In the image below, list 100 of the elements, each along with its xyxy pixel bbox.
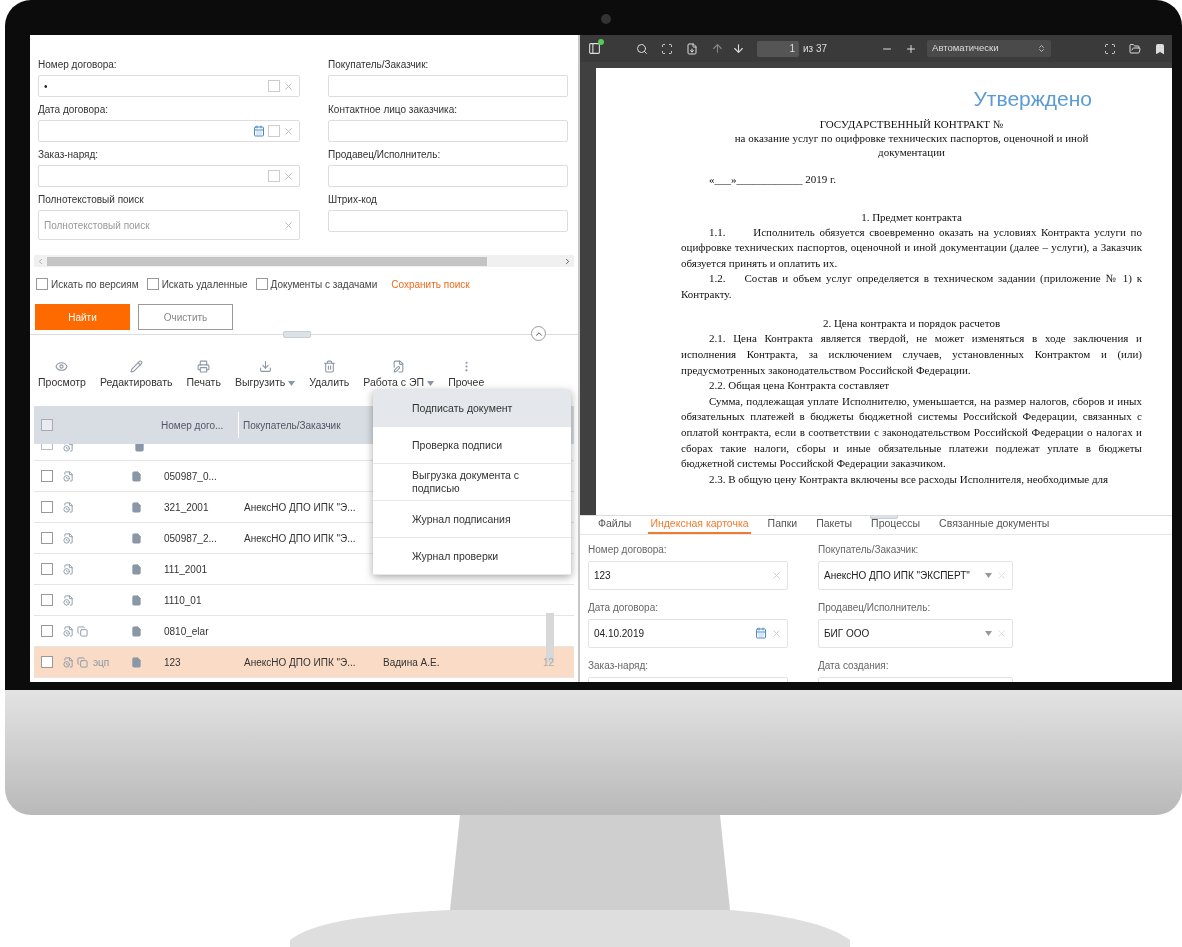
menu-item[interactable]: Журнал проверки	[373, 538, 571, 575]
checkbox[interactable]	[41, 594, 53, 606]
toolbar-button[interactable]: Редактировать	[99, 360, 173, 391]
checkbox[interactable]	[36, 278, 48, 290]
menu-item[interactable]: Проверка подписи	[373, 427, 571, 464]
field-label: Заказ-наряд:	[588, 658, 650, 673]
fullscreen-icon[interactable]	[1104, 42, 1116, 55]
menu-item[interactable]: Журнал подписания	[373, 501, 571, 538]
section-heading: 1. Предмет контракта	[860, 209, 963, 225]
checkbox[interactable]	[146, 278, 159, 290]
dropdown-caret-icon[interactable]	[985, 630, 992, 636]
input-field[interactable]: БИГ ООО	[818, 618, 1013, 648]
checkbox[interactable]	[255, 278, 268, 290]
field-label: Контактное лицо заказчика:	[328, 103, 458, 117]
timer-document-icon	[63, 501, 74, 513]
clear-button[interactable]: Очистить	[138, 304, 233, 330]
input-field[interactable]: 04.10.2019	[588, 618, 788, 648]
toolbar-button[interactable]: Выгрузить	[234, 360, 296, 391]
field-label: Дата договора:	[588, 600, 659, 615]
dropdown-caret-icon[interactable]	[427, 380, 435, 386]
tab[interactable]: Файлы	[596, 516, 634, 534]
sidebar-toggle-icon[interactable]	[588, 42, 601, 55]
input-field[interactable]	[328, 210, 568, 232]
zoom-in-icon[interactable]	[905, 42, 918, 55]
toolbar-button[interactable]: Прочее	[448, 360, 485, 391]
clear-icon[interactable]	[283, 80, 294, 92]
toolbar-button[interactable]: Работа с ЭП	[363, 360, 435, 391]
field-label: Продавец/Исполнитель:	[328, 148, 442, 162]
checkbox[interactable]	[41, 625, 53, 637]
clear-icon[interactable]	[771, 569, 782, 581]
toolbar-button[interactable]: Печать	[186, 360, 221, 391]
paragraph: 1.2. Состав и объем услуг определяется в техническом задании (приложение № 1) к Контракту.	[681, 271, 1142, 302]
next-page-icon[interactable]	[732, 42, 745, 55]
calendar-icon[interactable]	[755, 627, 767, 640]
scroll-left-icon[interactable]	[36, 256, 45, 266]
dropdown-caret-icon[interactable]	[985, 572, 992, 578]
field-label: Штрих-код	[328, 193, 378, 207]
checkbox-label: Искать по версиям	[51, 277, 139, 292]
bookmark-icon[interactable]	[1154, 42, 1166, 55]
document-download-icon[interactable]	[686, 42, 698, 55]
table-row[interactable]: эцп 123 АнексНО ДПО ИПК "Э... Вадина А.Е. 12	[34, 647, 574, 678]
previous-page-icon[interactable]	[711, 42, 724, 55]
input-field[interactable]	[328, 165, 568, 187]
paragraph: Сумма, подлежащая уплате Исполнителю, уменьшается, на размер налогов, сборов и иных обязательных платежей в бюджеты бюджетной системы Российской Федерации, связанных с оплатой контракта, если в соответствии с законодательством Российской Федерации о налогах и сборах такие налоги, сборы и иные обязательные платежи подлежат уплате в бюджеты бюджетной системы Российской Федерации заказчиком.	[681, 393, 1142, 472]
checkbox[interactable]	[41, 470, 53, 482]
collapse-button[interactable]	[531, 326, 546, 341]
timer-document-icon	[63, 470, 74, 482]
zoom-select[interactable]: Автоматически	[927, 40, 1052, 57]
timer-document-icon	[63, 532, 74, 544]
menu-item[interactable]: Выгрузка документа с подписью	[373, 464, 571, 501]
timer-document-icon	[63, 594, 74, 606]
clear-icon[interactable]	[283, 125, 294, 137]
fit-icon[interactable]	[661, 42, 673, 55]
checkbox[interactable]	[41, 532, 53, 544]
clear-icon[interactable]	[283, 170, 294, 182]
checkbox[interactable]	[268, 125, 280, 137]
paragraph: 2.1. Цена Контракта является твердой, не может изменяться в ходе заключения и исполнения Контракта, за исключением случаев, установленных Контрактом и (или) предусмотренных законодательством Российской Федерации.	[681, 331, 1142, 378]
clear-icon[interactable]	[771, 627, 782, 639]
page-number-field[interactable]: 1	[757, 40, 799, 57]
checkbox[interactable]	[41, 563, 53, 575]
field-label: Заказ-наряд:	[38, 148, 100, 162]
input-field[interactable]	[38, 165, 300, 187]
checkbox[interactable]	[268, 80, 280, 92]
checkbox[interactable]	[41, 419, 53, 431]
tab[interactable]: Связанные документы	[937, 516, 1052, 534]
input-field[interactable]	[328, 75, 568, 97]
folder-icon[interactable]	[1129, 42, 1141, 55]
column-header[interactable]: Номер дого...	[161, 417, 234, 433]
input-field[interactable]	[328, 120, 568, 142]
splitter-handle[interactable]	[283, 331, 311, 338]
tab[interactable]: Процессы	[869, 516, 923, 534]
horizontal-scrollbar[interactable]	[34, 255, 574, 267]
calendar-icon[interactable]	[253, 125, 265, 137]
table-cell-text: 12	[543, 655, 555, 670]
eye-icon	[55, 360, 69, 374]
checkbox[interactable]	[41, 656, 53, 668]
input-field[interactable]: 123	[588, 560, 788, 590]
document-title: ГОСУДАРСТВЕННЫЙ КОНТРАКТ №	[818, 117, 1005, 131]
input-field[interactable]: •	[38, 75, 300, 97]
table-cell: АнексНО ДПО ИПК "Э...	[244, 656, 356, 668]
table-cell: 050987_0...	[164, 470, 217, 482]
dropdown-caret-icon[interactable]	[288, 380, 296, 386]
tab[interactable]: Папки	[765, 516, 800, 534]
menu-item[interactable]: Подписать документ	[373, 390, 571, 427]
toolbar-button[interactable]: Просмотр	[38, 360, 86, 391]
search-icon[interactable]	[636, 42, 648, 55]
input-field[interactable]: АнексНО ДПО ИПК "ЭКСПЕРТ"	[818, 560, 1013, 590]
field-label: Продавец/Исполнитель:	[818, 600, 932, 615]
checkbox-label: Документы с задачами	[270, 277, 378, 292]
timer-document-icon	[63, 625, 74, 637]
clear-icon[interactable]	[283, 219, 294, 231]
toolbar-button[interactable]: Удалить	[309, 360, 350, 391]
checkbox[interactable]	[41, 501, 53, 513]
column-header[interactable]: Покупатель/Заказчик	[243, 417, 341, 433]
tab[interactable]: Пакеты	[814, 516, 855, 534]
input-field[interactable]	[38, 120, 300, 142]
scroll-right-icon[interactable]	[563, 256, 572, 266]
checkbox[interactable]	[268, 170, 280, 182]
table-cell: Вадина А.Е.	[383, 656, 440, 668]
timer-document-icon	[63, 656, 74, 668]
